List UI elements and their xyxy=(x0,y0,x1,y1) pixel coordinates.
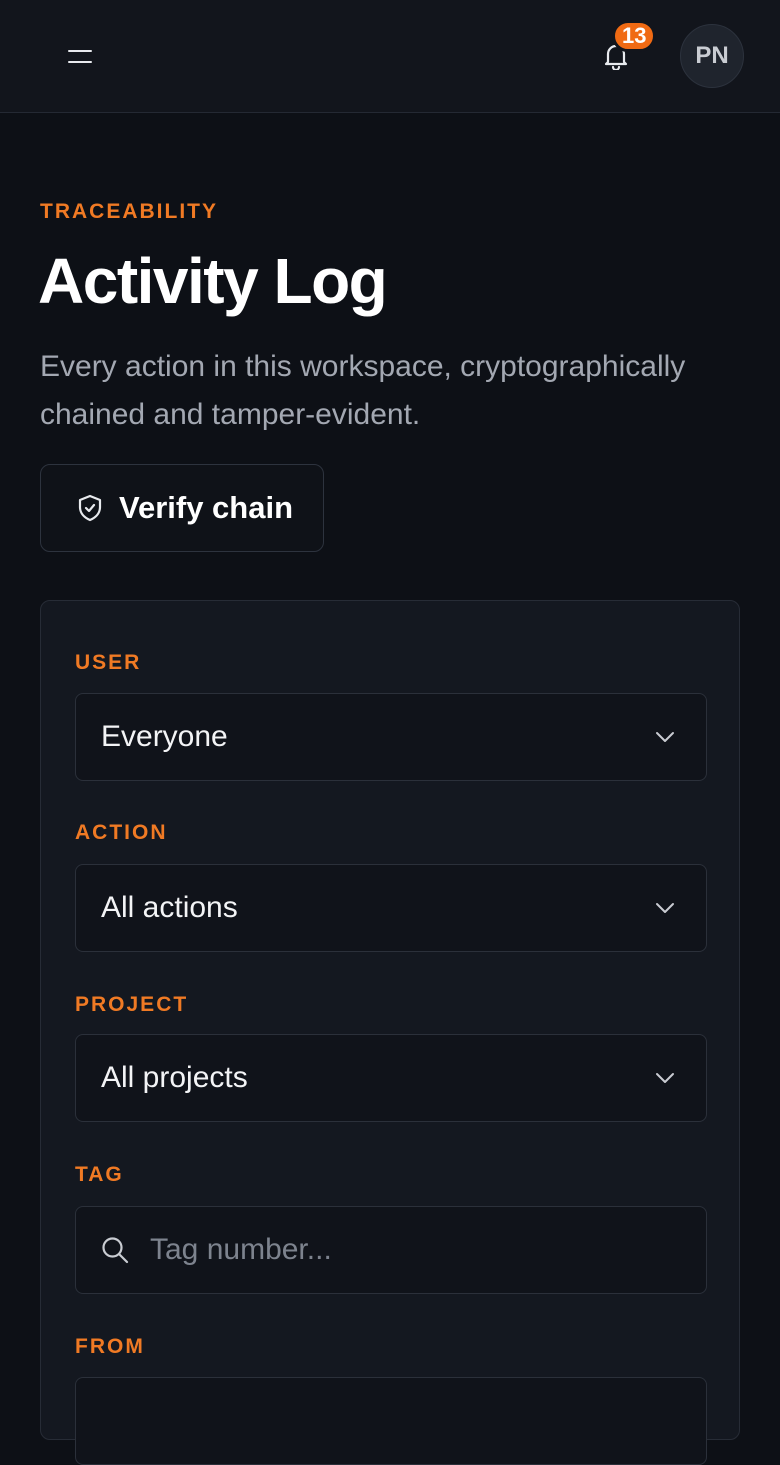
project-filter-value: All projects xyxy=(101,1061,248,1094)
user-filter-select[interactable]: Everyone xyxy=(75,693,707,781)
tag-filter-label: TAG xyxy=(75,1163,124,1186)
user-filter-label: USER xyxy=(75,651,142,674)
action-filter-value: All actions xyxy=(101,891,238,924)
user-avatar[interactable]: PN xyxy=(680,24,744,88)
tag-search-field xyxy=(75,1206,707,1294)
action-filter-label: ACTION xyxy=(75,821,168,844)
chevron-down-icon xyxy=(654,1067,676,1089)
verify-chain-button[interactable]: Verify chain xyxy=(40,464,324,552)
chevron-down-icon xyxy=(654,726,676,748)
action-filter-select[interactable]: All actions xyxy=(75,864,707,952)
top-bar: 13 PN xyxy=(0,0,780,113)
filter-panel: USER Everyone ACTION All actions PROJECT… xyxy=(40,600,740,1465)
search-icon xyxy=(102,1237,129,1264)
user-filter-value: Everyone xyxy=(101,720,228,753)
tag-search-input[interactable] xyxy=(148,1232,706,1268)
menu-button[interactable] xyxy=(58,36,102,76)
from-filter-label: FROM xyxy=(75,1335,145,1358)
from-date-field[interactable] xyxy=(75,1377,707,1465)
menu-icon-line xyxy=(68,60,92,63)
shield-icon xyxy=(78,494,102,522)
menu-icon-line xyxy=(68,49,92,52)
section-eyebrow: TRACEABILITY xyxy=(40,200,218,223)
verify-chain-label: Verify chain xyxy=(119,490,294,525)
page-subtitle: Every action in this workspace, cryptogr… xyxy=(40,350,686,431)
chevron-down-icon xyxy=(654,897,676,919)
project-filter-select[interactable]: All projects xyxy=(75,1034,707,1122)
notification-count-badge: 13 xyxy=(612,20,657,52)
project-filter-label: PROJECT xyxy=(75,993,189,1016)
page-title: Activity Log xyxy=(38,245,388,317)
